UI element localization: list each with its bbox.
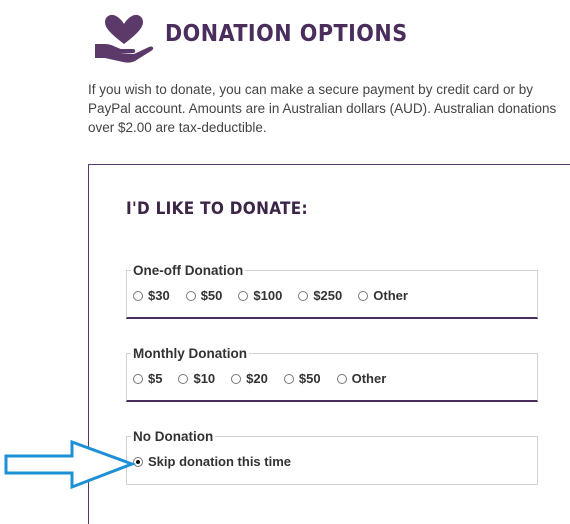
option-monthly-5[interactable]: $5 (133, 371, 162, 386)
arrow-right-outline-icon (4, 439, 136, 490)
radio-button[interactable] (231, 373, 242, 384)
option-row: $30 $50 $100 $250 Other (133, 288, 408, 303)
option-label: $5 (148, 371, 163, 386)
donation-form-title: I'D LIKE TO DONATE: (126, 199, 308, 219)
radio-button[interactable] (238, 290, 249, 301)
radio-button[interactable] (283, 373, 294, 384)
option-row: $5 $10 $20 $50 Other (133, 371, 386, 386)
option-label: $20 (246, 371, 268, 386)
page-title: DONATION OPTIONS (165, 21, 408, 47)
group-legend: Monthly Donation (131, 346, 249, 361)
option-monthly-20[interactable]: $20 (231, 371, 268, 386)
option-label: Other (373, 288, 408, 303)
option-monthly-other[interactable]: Other (336, 371, 387, 386)
option-one-off-250[interactable]: $250 (298, 288, 342, 303)
option-one-off-other[interactable]: Other (358, 288, 408, 303)
option-label: $100 (253, 288, 283, 303)
radio-button[interactable] (185, 290, 196, 301)
option-label: $10 (193, 371, 216, 386)
group-legend: One-off Donation (131, 263, 246, 278)
radio-button[interactable] (358, 290, 369, 301)
option-label: $30 (148, 288, 170, 303)
option-monthly-10[interactable]: $10 (178, 371, 215, 386)
option-one-off-50[interactable]: $50 (185, 288, 223, 303)
radio-button[interactable] (133, 290, 143, 301)
heart-in-hand-icon (95, 14, 154, 63)
option-monthly-50[interactable]: $50 (283, 371, 321, 386)
monthly-donation-group: Monthly Donation $5 $10 $20 $50 Other (126, 346, 538, 402)
radio-button[interactable] (178, 373, 189, 384)
option-label: Skip donation this time (148, 454, 292, 469)
option-label: $50 (200, 288, 223, 303)
radio-button[interactable] (133, 373, 143, 384)
header (93, 12, 155, 66)
group-legend: No Donation (131, 429, 216, 444)
option-label: $250 (313, 288, 343, 303)
option-label: Other (351, 371, 387, 386)
radio-button[interactable] (336, 373, 347, 384)
radio-button[interactable] (298, 290, 309, 301)
no-donation-group: No Donation Skip donation this time (126, 429, 538, 485)
option-label: $50 (298, 371, 321, 386)
option-one-off-30[interactable]: $30 (133, 288, 170, 303)
option-row: Skip donation this time (133, 454, 291, 469)
one-off-donation-group: One-off Donation $30 $50 $100 $250 Other (126, 263, 538, 319)
option-skip-donation[interactable]: Skip donation this time (133, 454, 291, 469)
option-one-off-100[interactable]: $100 (238, 288, 282, 303)
intro-text: If you wish to donate, you can make a se… (88, 82, 557, 135)
